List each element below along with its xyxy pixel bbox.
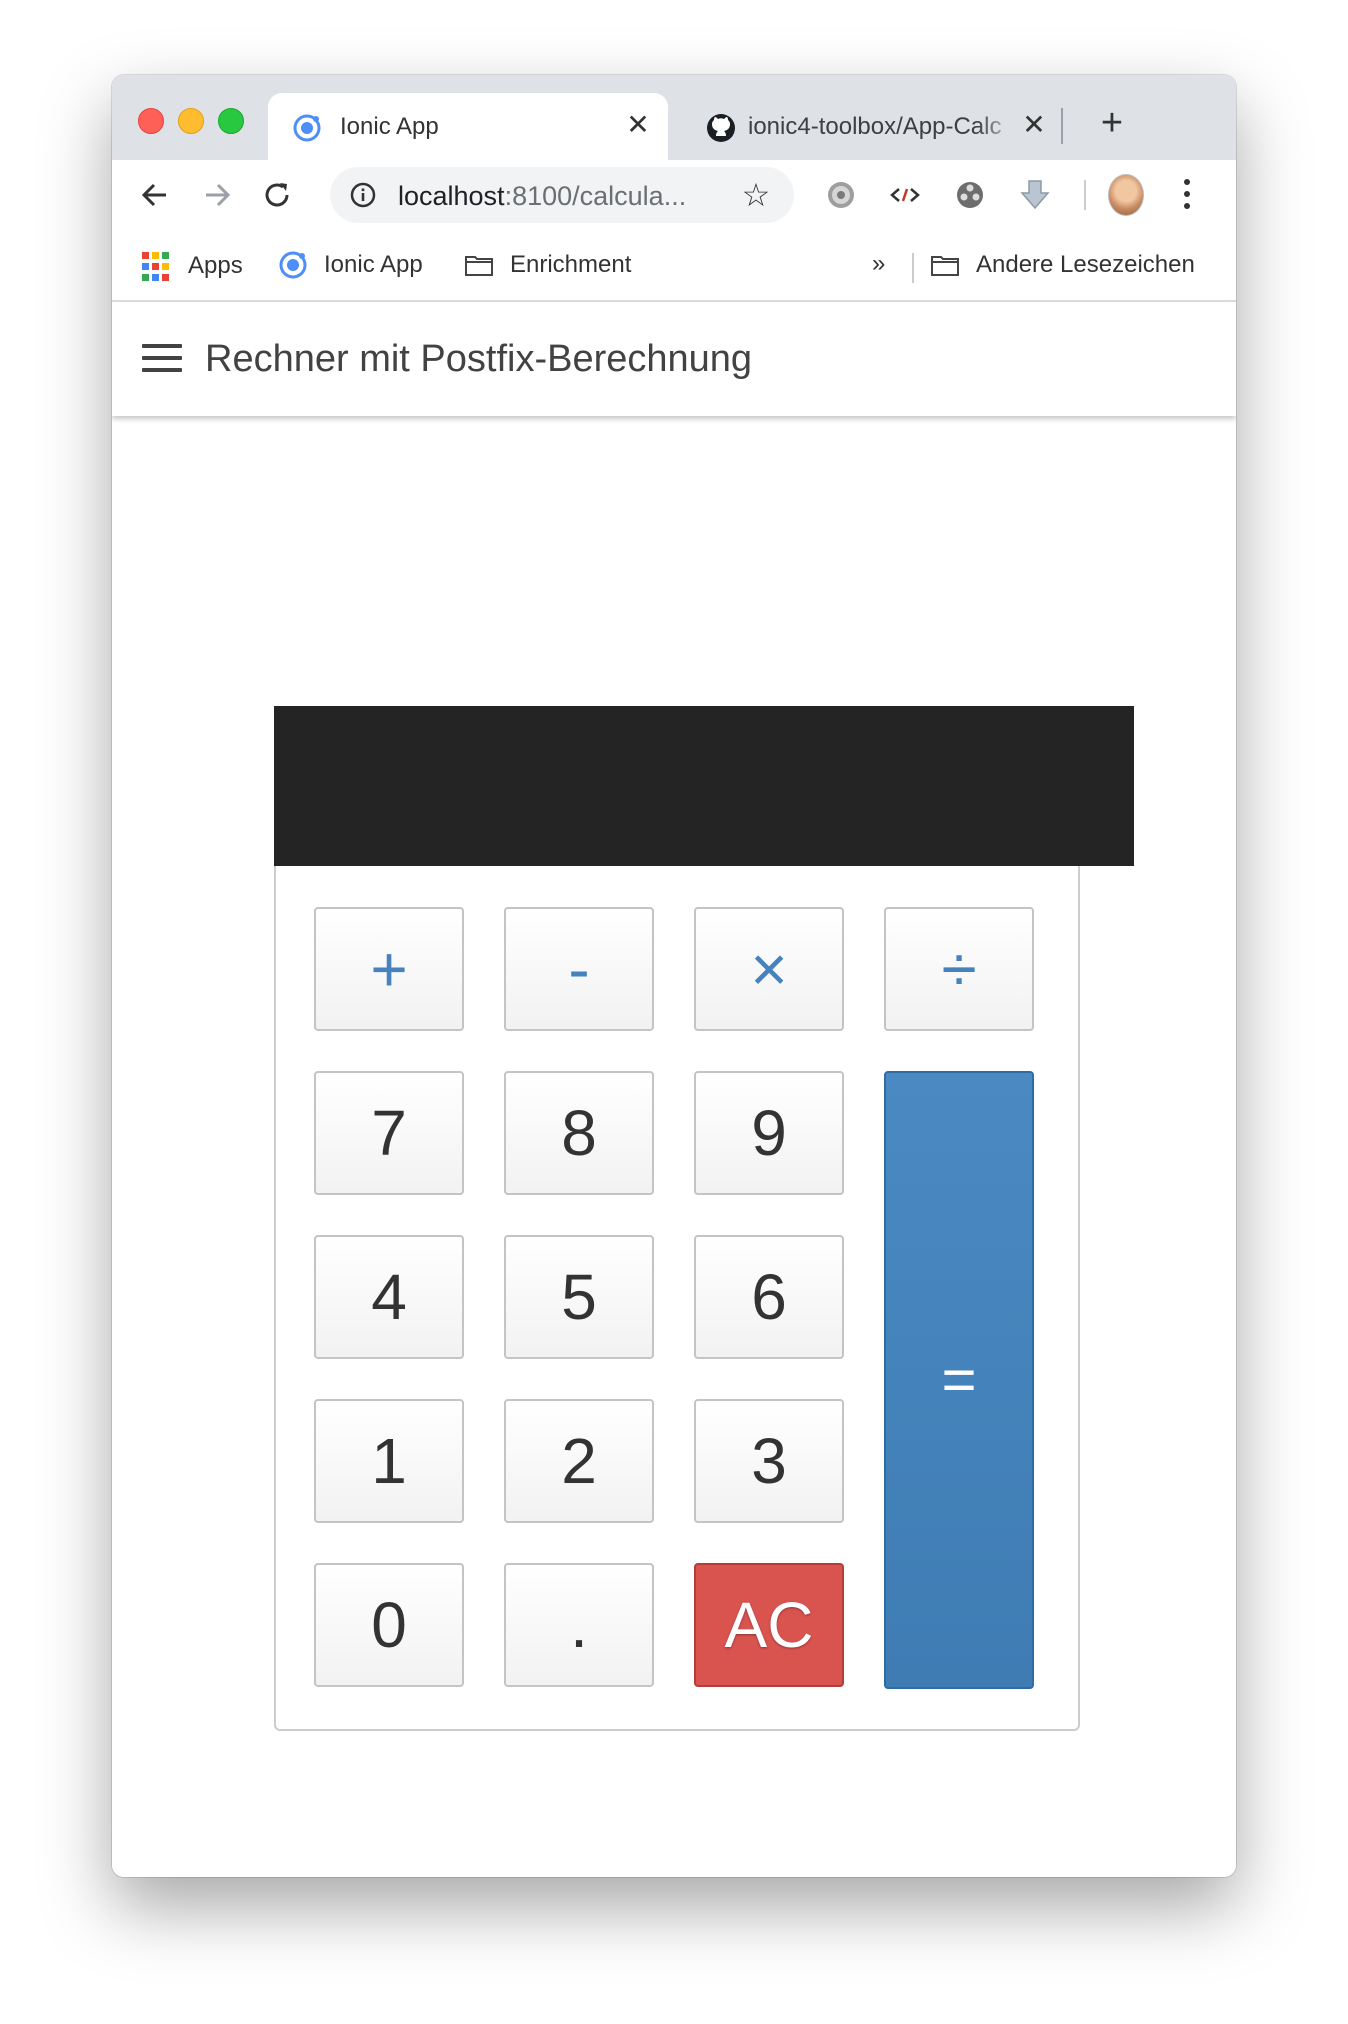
- page-title: Rechner mit Postfix-Berechnung: [205, 338, 753, 380]
- equals-key[interactable]: =: [884, 1071, 1034, 1689]
- digit-2-key[interactable]: 2: [504, 1399, 654, 1523]
- apps-grid-icon: [142, 250, 172, 282]
- bookmark-folder-enrichment[interactable]: Enrichment: [464, 250, 631, 280]
- ionic-logo-icon: [279, 251, 307, 279]
- multiply-key[interactable]: ×: [694, 907, 844, 1031]
- digit-9-key[interactable]: 9: [694, 1071, 844, 1195]
- toolbar-separator: [1084, 180, 1086, 210]
- bookmark-apps[interactable]: Apps: [142, 250, 243, 282]
- close-tab-icon[interactable]: ✕: [622, 109, 654, 141]
- minus-key[interactable]: -: [504, 907, 654, 1031]
- url-host: localhost: [398, 181, 505, 211]
- more-bookmarks-button[interactable]: »: [872, 250, 885, 278]
- divide-key[interactable]: ÷: [884, 907, 1034, 1031]
- arrow-left-icon: [141, 183, 166, 207]
- code-extension-icon[interactable]: [888, 178, 922, 212]
- digit-8-key[interactable]: 8: [504, 1071, 654, 1195]
- address-bar[interactable]: localhost:8100/calcula... ☆: [330, 167, 794, 223]
- browser-window: Ionic App ✕ ionic4-toolbox/App-Calc ✕ +: [112, 75, 1236, 1877]
- tab-separator: [1061, 108, 1063, 144]
- calculator-display: [274, 706, 1134, 866]
- plus-key[interactable]: +: [314, 907, 464, 1031]
- folder-icon: [465, 256, 493, 276]
- bookmark-label: Apps: [188, 252, 243, 279]
- digit-1-key[interactable]: 1: [314, 1399, 464, 1523]
- digit-4-key[interactable]: 4: [314, 1235, 464, 1359]
- close-tab-icon[interactable]: ✕: [1018, 109, 1050, 141]
- decimal-point-key[interactable]: .: [504, 1563, 654, 1687]
- folder-icon: [931, 256, 959, 276]
- digit-7-key[interactable]: 7: [314, 1071, 464, 1195]
- digit-0-key[interactable]: 0: [314, 1563, 464, 1687]
- bookmark-label: Enrichment: [510, 251, 632, 278]
- profile-avatar[interactable]: [1108, 174, 1144, 216]
- bookmarks-bar: Apps Ionic App Enrichment » Andere Lesez…: [112, 230, 1236, 302]
- url-text: localhost:8100/calcula...: [398, 181, 686, 212]
- digit-5-key[interactable]: 5: [504, 1235, 654, 1359]
- gear-extension-icon[interactable]: [824, 178, 858, 212]
- zoom-window-button[interactable]: [218, 108, 244, 134]
- back-button[interactable]: [130, 170, 180, 220]
- bookmark-star-icon[interactable]: ☆: [738, 177, 774, 213]
- info-icon[interactable]: [350, 182, 376, 208]
- new-tab-button[interactable]: +: [1092, 103, 1132, 143]
- all-clear-key[interactable]: AC: [694, 1563, 844, 1687]
- download-extension-icon[interactable]: [1018, 178, 1052, 212]
- menu-icon[interactable]: [142, 344, 182, 374]
- film-reel-extension-icon[interactable]: [954, 178, 988, 212]
- bookmark-ionic-app[interactable]: Ionic App: [278, 250, 423, 280]
- bookmark-folder-other[interactable]: Andere Lesezeichen: [930, 250, 1195, 280]
- tab-strip: Ionic App ✕ ionic4-toolbox/App-Calc ✕ +: [112, 75, 1236, 160]
- ionic-logo-icon: [293, 114, 321, 142]
- tab-ionic-app[interactable]: Ionic App ✕: [268, 93, 668, 160]
- digit-3-key[interactable]: 3: [694, 1399, 844, 1523]
- bookmarks-separator: [912, 253, 914, 283]
- url-path: :8100/calcula...: [504, 181, 687, 211]
- digit-6-key[interactable]: 6: [694, 1235, 844, 1359]
- page-content: + - × ÷ 7 8 9 = 4 5 6 1 2 3 0 . AC: [112, 416, 1236, 1877]
- minimize-window-button[interactable]: [178, 108, 204, 134]
- github-logo-icon: [707, 114, 735, 142]
- tab-github[interactable]: ionic4-toolbox/App-Calc ✕: [682, 93, 1062, 160]
- browser-toolbar: localhost:8100/calcula... ☆: [112, 160, 1236, 230]
- arrow-right-icon: [206, 183, 231, 207]
- tab-title: ionic4-toolbox/App-Calc: [748, 113, 1002, 140]
- reload-button[interactable]: [252, 170, 302, 220]
- bookmark-label: Andere Lesezeichen: [976, 251, 1195, 278]
- forward-button[interactable]: [192, 170, 242, 220]
- bookmark-label: Ionic App: [324, 251, 423, 278]
- tab-title: Ionic App: [340, 113, 439, 140]
- close-window-button[interactable]: [138, 108, 164, 134]
- app-header: Rechner mit Postfix-Berechnung: [112, 302, 1236, 416]
- reload-icon: [265, 183, 289, 207]
- more-vertical-icon[interactable]: [1172, 174, 1202, 214]
